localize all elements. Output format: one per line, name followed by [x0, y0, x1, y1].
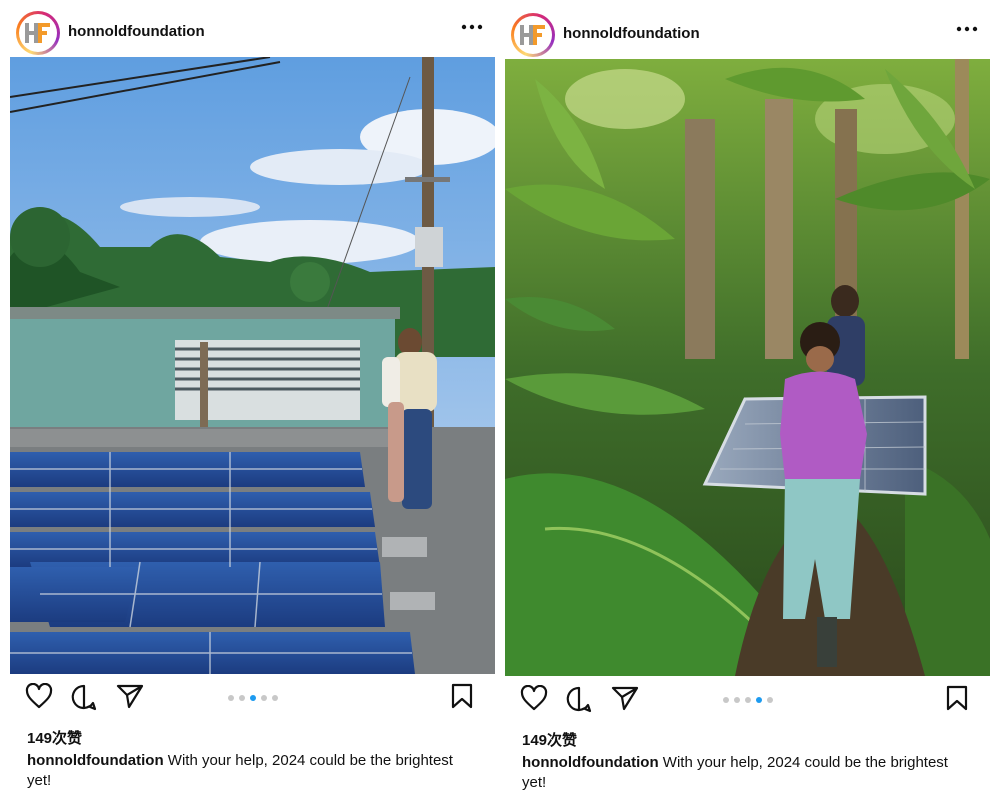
carousel-dot: [260, 695, 267, 701]
caption-username[interactable]: honnoldfoundation: [522, 754, 659, 771]
post-photo[interactable]: [505, 59, 990, 676]
carousel-dot: [766, 697, 773, 703]
avatar[interactable]: [511, 13, 555, 57]
post-photo[interactable]: [10, 57, 495, 674]
share-icon[interactable]: [611, 685, 639, 711]
carousel-dot: [271, 695, 278, 701]
carousel-dot: [722, 697, 729, 703]
share-icon[interactable]: [116, 683, 144, 709]
post-card: honnoldfoundation 149次赞 honnoldfoundatio…: [10, 0, 495, 800]
username[interactable]: honnoldfoundation: [68, 23, 205, 40]
post-actions: [505, 685, 990, 719]
bookmark-icon[interactable]: [451, 683, 473, 709]
more-icon[interactable]: [956, 26, 978, 32]
heart-icon[interactable]: [25, 683, 53, 709]
rooftop-solar-photo: [10, 57, 495, 674]
post-header: honnoldfoundation: [10, 8, 495, 58]
caption-username[interactable]: honnoldfoundation: [27, 752, 164, 769]
carousel-dot-active: [249, 695, 256, 701]
post-caption: honnoldfoundation With your help, 2024 c…: [522, 753, 952, 793]
avatar[interactable]: [16, 11, 60, 55]
like-count[interactable]: 149次赞: [522, 729, 577, 750]
like-count[interactable]: 149次赞: [27, 727, 82, 748]
carousel-indicator: [227, 695, 278, 701]
avatar-logo: [514, 16, 552, 54]
post-card: honnoldfoundation 149次赞 honnoldfoundatio…: [505, 0, 990, 800]
comment-icon[interactable]: [70, 683, 98, 711]
bookmark-icon[interactable]: [946, 685, 968, 711]
heart-icon[interactable]: [520, 685, 548, 711]
avatar-logo: [19, 14, 57, 52]
comment-icon[interactable]: [565, 685, 593, 713]
carousel-dot: [744, 697, 751, 703]
username[interactable]: honnoldfoundation: [563, 25, 700, 42]
carousel-dot: [238, 695, 245, 701]
post-actions: [10, 683, 495, 717]
carousel-dot-active: [755, 697, 762, 703]
jungle-solar-photo: [505, 59, 990, 676]
carousel-indicator: [722, 697, 773, 703]
post-caption: honnoldfoundation With your help, 2024 c…: [27, 751, 457, 791]
post-header: honnoldfoundation: [505, 10, 990, 60]
carousel-dot: [733, 697, 740, 703]
carousel-dot: [227, 695, 234, 701]
more-icon[interactable]: [461, 24, 483, 30]
